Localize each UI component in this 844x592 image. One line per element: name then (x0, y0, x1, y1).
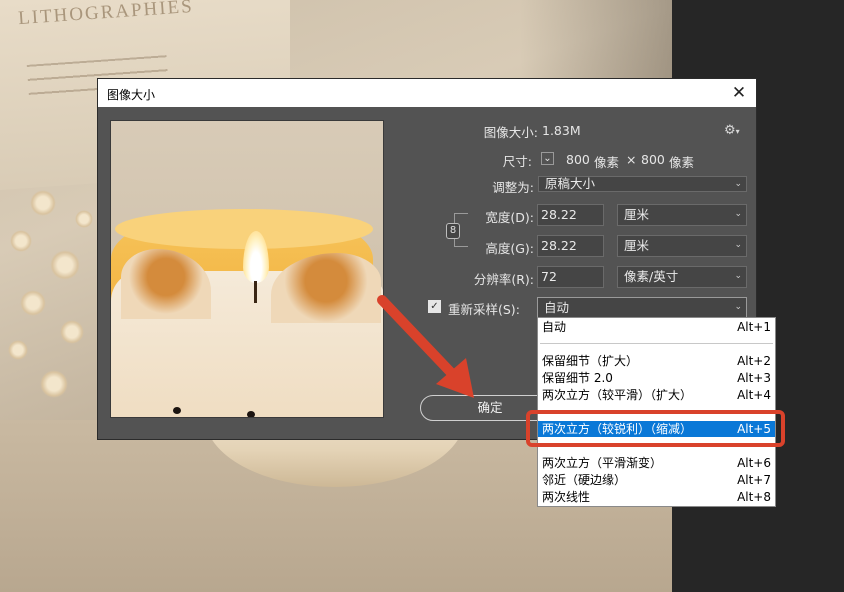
dimensions-label: 尺寸: (502, 154, 532, 169)
height-unit-value: 厘米 (624, 238, 650, 253)
dimensions-unit-toggle[interactable]: ⌄ (541, 152, 554, 165)
image-size-label: 图像大小: (483, 125, 538, 140)
resolution-label: 分辨率(R): (473, 272, 534, 287)
gear-icon: ⚙ (724, 123, 736, 138)
dimensions-height-value: 800 (641, 152, 665, 167)
dried-flower (40, 370, 68, 398)
height-label: 高度(G): (485, 241, 534, 256)
dried-flower (30, 190, 56, 216)
resolution-input[interactable]: 72 (537, 266, 604, 288)
dropdown-item-bicubic-smoother[interactable]: 两次立方（较平滑）（扩大） Alt+4 (538, 387, 775, 403)
preview-cat-eye (247, 411, 255, 417)
height-input[interactable]: 28.22 (537, 235, 604, 257)
annotation-arrow-icon (377, 295, 474, 398)
annotation-highlight-box (526, 410, 785, 447)
preview-wick (254, 281, 257, 303)
height-value: 28.22 (541, 238, 577, 253)
dimensions-width-unit: 像素 (594, 155, 620, 170)
dropdown-item-preserve-details[interactable]: 保留细节（扩大） Alt+2 (538, 353, 775, 369)
fit-to-value: 原稿大小 (545, 176, 596, 191)
image-preview[interactable] (110, 120, 384, 418)
dried-flower (60, 320, 84, 344)
dropdown-item-auto[interactable]: 自动 Alt+1 (538, 319, 775, 335)
width-value: 28.22 (541, 207, 577, 222)
preview-wax (115, 209, 373, 249)
dried-flower (50, 250, 80, 280)
chevron-down-icon: ⌄ (734, 240, 742, 250)
dimensions-width-value: 800 (566, 152, 590, 167)
resolution-unit-value: 像素/英寸 (624, 269, 679, 284)
resolution-unit-select[interactable]: 像素/英寸 ⌄ (617, 266, 747, 288)
chevron-down-icon: ▾ (735, 127, 740, 136)
resample-value: 自动 (544, 300, 570, 315)
close-icon: ✕ (731, 83, 747, 103)
width-label: 宽度(D): (485, 210, 534, 225)
dropdown-item-nearest-neighbor[interactable]: 邻近（硬边缘） Alt+7 (538, 472, 775, 488)
settings-button[interactable]: ⚙▾ (724, 123, 744, 139)
width-unit-value: 厘米 (624, 207, 650, 222)
link-icon: 8 (449, 225, 457, 236)
dialog-titlebar: 图像大小 ✕ (98, 79, 756, 107)
fit-to-label: 调整为: (492, 180, 534, 195)
resolution-value: 72 (541, 269, 557, 284)
dried-flower (10, 230, 32, 252)
image-size-value: 1.83M (542, 123, 581, 138)
height-unit-select[interactable]: 厘米 ⌄ (617, 235, 747, 257)
resample-select[interactable]: 自动 ⌄ (537, 297, 747, 319)
chevron-down-icon: ⌄ (734, 179, 742, 189)
width-input[interactable]: 28.22 (537, 204, 604, 226)
fit-to-select[interactable]: 原稿大小 ⌄ (538, 176, 747, 192)
width-unit-select[interactable]: 厘米 ⌄ (617, 204, 747, 226)
dimensions-height-unit: 像素 (669, 155, 695, 170)
chevron-down-icon: ⌄ (734, 209, 742, 219)
dropdown-item-preserve-details-2[interactable]: 保留细节 2.0 Alt+3 (538, 370, 775, 386)
dried-flower (8, 340, 28, 360)
chevron-down-icon: ⌄ (734, 271, 742, 281)
dropdown-item-bicubic-smooth-gradients[interactable]: 两次立方（平滑渐变） Alt+6 (538, 455, 775, 471)
chevron-down-icon: ⌄ (543, 153, 552, 164)
dropdown-separator (540, 343, 773, 344)
dried-flower (75, 210, 93, 228)
dried-flower (20, 290, 46, 316)
dimensions-separator: × (626, 152, 637, 167)
close-button[interactable]: ✕ (728, 82, 750, 104)
chevron-down-icon: ⌄ (734, 302, 742, 312)
dialog-title: 图像大小 (107, 88, 156, 102)
preview-cat-eye (173, 407, 181, 414)
dropdown-item-bilinear[interactable]: 两次线性 Alt+8 (538, 489, 775, 505)
